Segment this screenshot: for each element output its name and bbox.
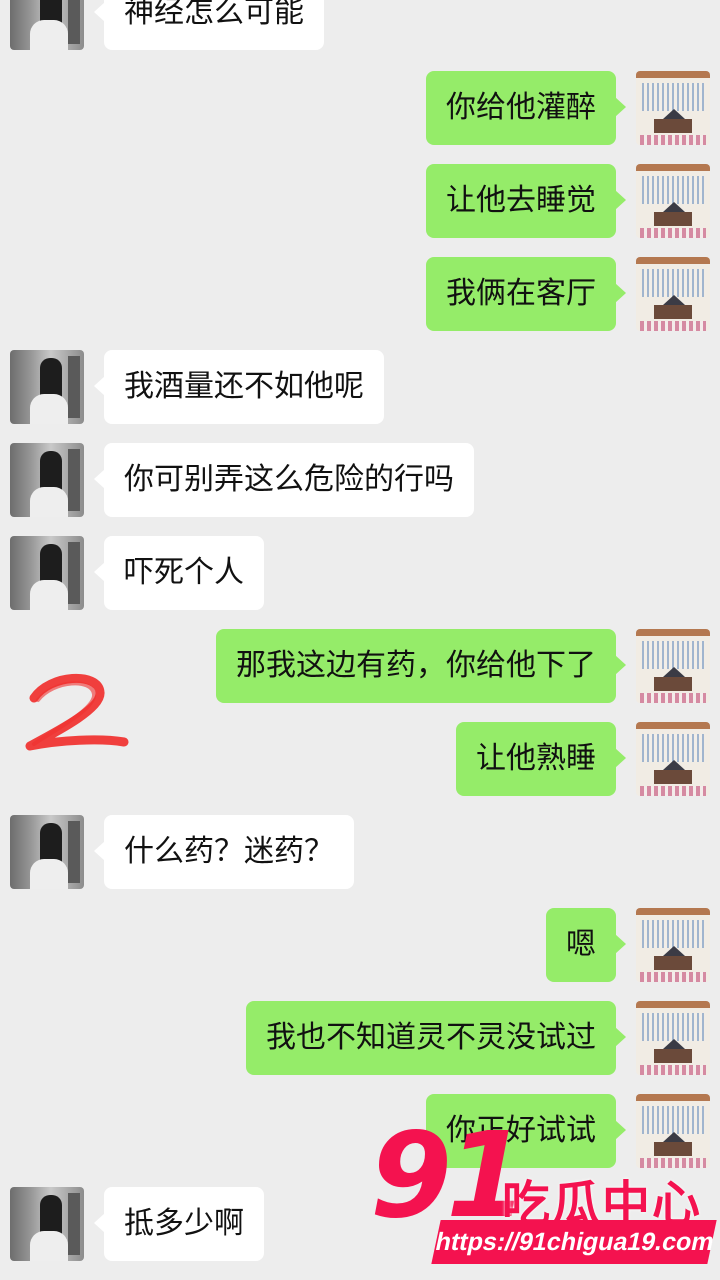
message-sent: 我俩在客厅 bbox=[0, 257, 720, 331]
message-bubble[interactable]: 让他熟睡 bbox=[456, 722, 626, 796]
user-avatar[interactable] bbox=[636, 71, 710, 145]
message-received: 我酒量还不如他呢 bbox=[0, 350, 720, 424]
message-received: 吓死个人 bbox=[0, 536, 720, 610]
contact-avatar[interactable] bbox=[10, 815, 84, 889]
message-bubble[interactable]: 什么药？迷药？ bbox=[94, 815, 354, 889]
message-sent: 让他去睡觉 bbox=[0, 164, 720, 238]
message-bubble[interactable]: 那我这边有药，你给他下了 bbox=[216, 629, 626, 703]
message-bubble[interactable]: 嗯 bbox=[546, 908, 626, 982]
message-received: 什么药？迷药？ bbox=[0, 815, 720, 889]
message-sent: 嗯 bbox=[0, 908, 720, 982]
user-avatar[interactable] bbox=[636, 908, 710, 982]
message-bubble[interactable]: 让他去睡觉 bbox=[426, 164, 626, 238]
message-bubble[interactable]: 你给他灌醉 bbox=[426, 71, 626, 145]
message-received: 你可别弄这么危险的行吗 bbox=[0, 443, 720, 517]
message-bubble[interactable]: 你可别弄这么危险的行吗 bbox=[94, 443, 474, 517]
message-bubble[interactable]: 吓死个人 bbox=[94, 536, 264, 610]
message-bubble[interactable]: 我俩在客厅 bbox=[426, 257, 626, 331]
user-avatar[interactable] bbox=[636, 629, 710, 703]
watermark-logo-number: 91 bbox=[370, 1106, 528, 1244]
user-avatar[interactable] bbox=[636, 164, 710, 238]
watermark-url[interactable]: https://91chigua19.com bbox=[431, 1220, 717, 1264]
contact-avatar[interactable] bbox=[10, 536, 84, 610]
annotation-mark bbox=[25, 674, 129, 751]
message-received: 神经怎么可能 bbox=[0, 0, 720, 50]
contact-avatar[interactable] bbox=[10, 443, 84, 517]
message-bubble[interactable]: 我酒量还不如他呢 bbox=[94, 350, 384, 424]
message-bubble[interactable]: 我也不知道灵不灵没试过 bbox=[246, 1001, 626, 1075]
message-sent: 你给他灌醉 bbox=[0, 71, 720, 145]
message-bubble[interactable]: 抵多少啊 bbox=[94, 1187, 264, 1261]
watermark: 91 吃瓜中心 https://91chigua19.com bbox=[370, 1116, 720, 1274]
contact-avatar[interactable] bbox=[10, 1187, 84, 1261]
user-avatar[interactable] bbox=[636, 257, 710, 331]
message-bubble[interactable]: 神经怎么可能 bbox=[94, 0, 324, 50]
contact-avatar[interactable] bbox=[10, 350, 84, 424]
message-sent: 我也不知道灵不灵没试过 bbox=[0, 1001, 720, 1075]
user-avatar[interactable] bbox=[636, 722, 710, 796]
user-avatar[interactable] bbox=[636, 1001, 710, 1075]
contact-avatar[interactable] bbox=[10, 0, 84, 50]
